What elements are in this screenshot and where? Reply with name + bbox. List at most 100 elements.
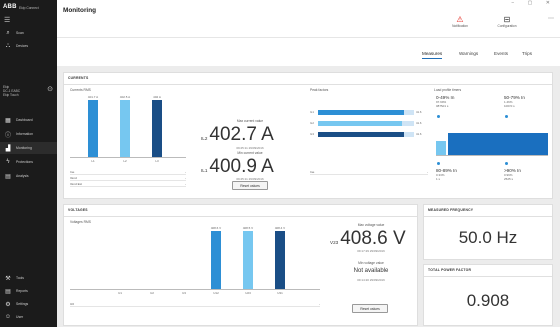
peak-row-label: IL2 [310,121,314,125]
header-bar: Monitoring − ▢ ✕ ⚠ Notification ⊟ Config… [57,0,560,38]
bar-value-label: 402 A [153,95,161,99]
currents-card: CURRENTS Currents RMS 401.7 A L1 402.5 A L2… [63,72,553,199]
search-icon: ⌕ [6,29,10,36]
reports-icon: ▤ [5,288,11,295]
sidebar-item-label: Scan [16,31,24,35]
sidebar-item-analysis[interactable]: ▤ Analysis [0,170,57,182]
max-voltage-label: Max voltage value [357,223,385,227]
min-current-number: 400.9 A [209,156,274,177]
reset-voltages-button[interactable]: Reset values [352,304,388,313]
table-row: Ine - [70,170,186,175]
load-bar [436,141,446,155]
bar-axis-label: U3 [182,291,186,295]
tab-warnings[interactable]: Warnings [459,51,478,56]
table-row: U0 - [70,302,320,307]
frequency-card: MEASURED FREQUENCY 50.0 Hz [423,204,553,260]
analysis-icon: ▤ [5,173,11,180]
tab-events[interactable]: Events [494,51,508,56]
table-row: IGnd - [70,176,186,181]
more-icon[interactable]: ⋯ [548,15,554,22]
max-current-timestamp: 09:25:11 29/09/2016 [236,146,264,150]
sidebar-item-user[interactable]: ☺ User [0,311,57,323]
max-current-phase: IL2 [201,136,208,141]
sidebar-item-reports[interactable]: ▤ Reports [0,285,57,297]
sidebar-item-protections[interactable]: ϟ Protections [0,156,57,168]
row-value: - [318,302,320,306]
sidebar-item-label: Protections [16,160,33,164]
menu-icon[interactable]: ☰ [4,17,10,24]
axis-line [70,289,320,290]
peak-bar [318,110,404,115]
peak-bar [318,132,404,137]
peak-factors-label: Peak factors [310,88,329,92]
min-voltage-label: Min voltage value [358,261,384,265]
reset-currents-button[interactable]: Reset values [232,181,268,190]
sidebar-item-monitoring[interactable]: ▟ Monitoring [0,142,57,154]
sidebar-item-label: Dashboard [16,118,33,122]
row-label: IGnd Ext [70,182,83,186]
max-voltage-timestamp: 09:17:29 29/09/2016 [357,249,385,253]
tools-icon: ⚒ [5,275,11,282]
bar-axis-label: L2 [123,159,127,163]
min-voltage-value: Not available [353,268,389,274]
peak-row-label: IL1 [310,110,314,114]
sidebar-item-scan[interactable]: ⌕ Scan [0,27,57,39]
table-row: IGnd Ext - [70,182,186,187]
device-line: Ekip Touch [3,93,19,97]
sidebar: ABB Ekip Connect ☰ ⌕ Scan ⛬ Devices Ekip… [0,0,57,327]
bar-axis-label: L1 [91,159,95,163]
power-factor-title: TOTAL POWER FACTOR [428,268,472,272]
voltages-title: VOLTAGES [68,208,88,212]
bar-axis-label: U12 [213,291,219,295]
axis-line [436,155,548,156]
bar-value-label: 408.6 V [210,226,222,230]
max-voltage-phase: V23 [330,240,339,245]
tab-measures[interactable]: Measures [422,51,443,59]
divider [424,216,552,217]
divider [424,276,552,277]
tab-bar: Measures Warnings Events Trips [57,38,560,66]
sidebar-item-label: Tools [16,276,24,280]
row-label: IGnd [70,176,77,180]
logo-text: ABB [3,4,17,10]
window-controls[interactable]: − ▢ ✕ [511,0,556,6]
sidebar-item-label: Settings [16,302,29,306]
peak-value: 41.6 [416,121,422,125]
dashboard-icon: ▦ [5,117,11,124]
settings-icon: ⚙ [5,301,11,308]
load-detail: 0.33% 1 s [436,173,445,181]
sidebar-item-settings[interactable]: ⚙ Settings [0,298,57,310]
currents-title: CURRENTS [68,76,89,80]
device-refresh-icon[interactable]: ⊙ [47,86,53,93]
row-label: Ine [70,170,75,174]
currents-rms-label: Currents RMS [70,88,91,92]
min-current-value: IL1 400.9 A [201,156,274,178]
row-label: Ine [310,170,315,174]
configuration-label: Configuration [497,24,517,28]
frequency-title: MEASURED FREQUENCY [428,208,474,212]
notification-button[interactable]: ⚠ Notification [442,15,478,28]
power-factor-card: TOTAL POWER FACTOR 0.908 [423,264,553,326]
load-time: 1 s [436,177,441,181]
tab-trips[interactable]: Trips [522,51,532,56]
bar-axis-label: U23 [245,291,251,295]
max-voltage-value: V23 408.6 V [330,228,406,250]
load-time: 2525 s [504,177,514,181]
configuration-button[interactable]: ⊟ Configuration [489,15,525,28]
app-window: ABB Ekip Connect ☰ ⌕ Scan ⛬ Devices Ekip… [0,0,560,327]
load-dot [505,115,508,118]
user-icon: ☺ [4,314,12,320]
device-selector[interactable]: Ekip DC-1 EABC Ekip Touch ⊙ [3,85,55,101]
sidebar-item-information[interactable]: ⓘ Information [0,128,57,140]
sidebar-item-label: Information [16,132,33,136]
sidebar-item-dashboard[interactable]: ▦ Dashboard [0,114,57,126]
load-detail: 97.99% 0875d1 s [436,100,448,108]
bar-axis-label: U31 [277,291,283,295]
sidebar-item-tools[interactable]: ⚒ Tools [0,272,57,284]
info-icon: ⓘ [4,132,11,139]
load-dot [437,162,440,165]
table-row: Ine - [310,170,428,175]
row-value: - [184,176,186,180]
sidebar-item-devices[interactable]: ⛬ Devices [0,40,57,52]
peak-value: 41.6 [416,110,422,114]
